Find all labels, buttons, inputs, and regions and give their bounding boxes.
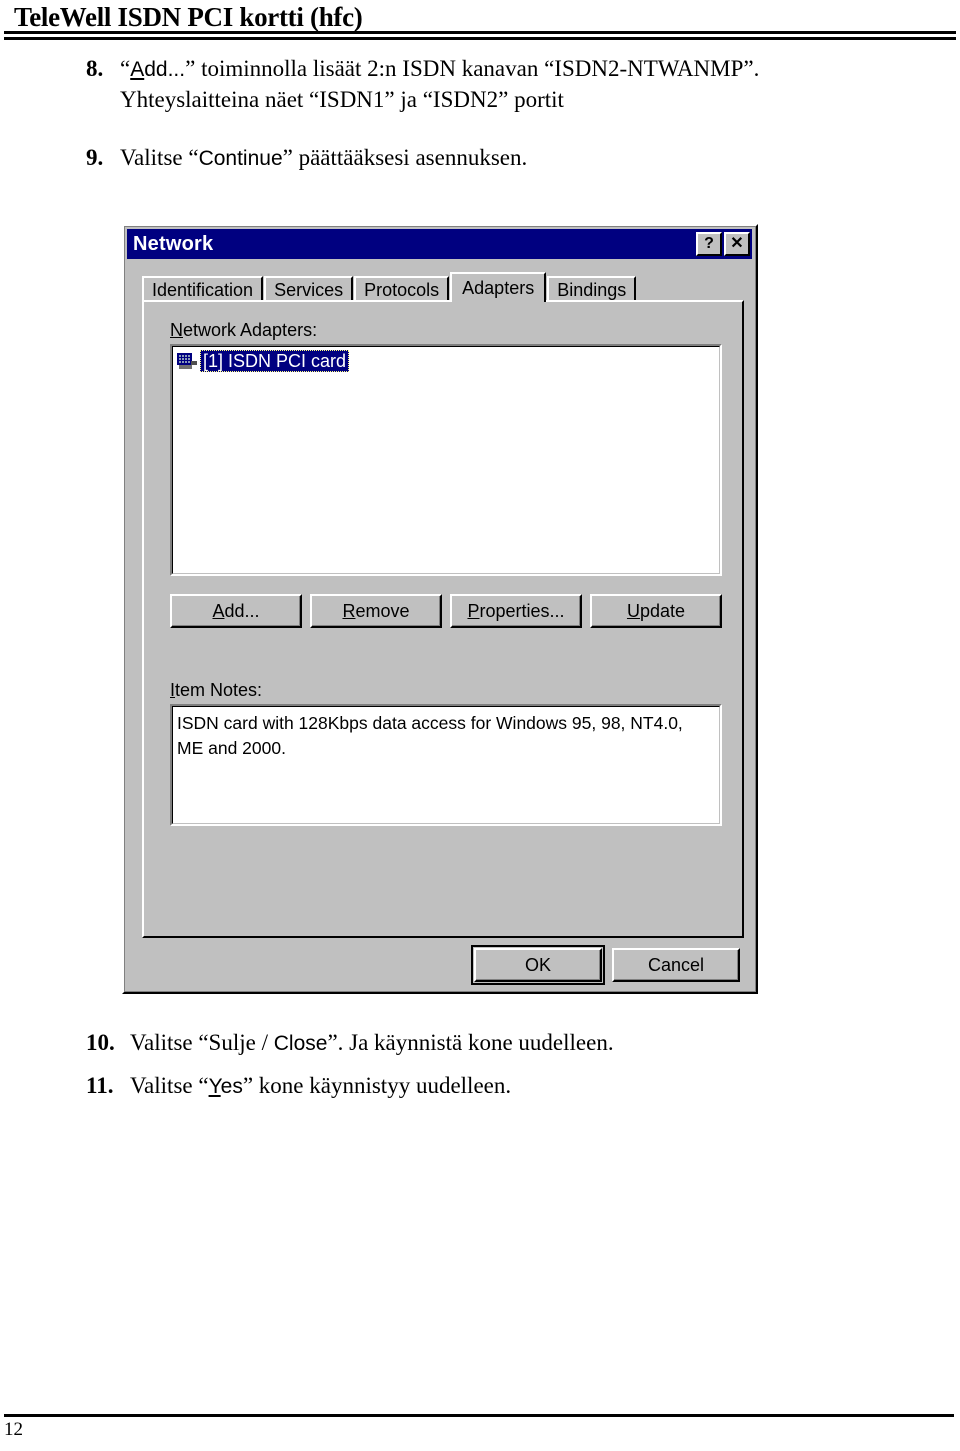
step-text-run: Y — [208, 1075, 221, 1098]
item-notes-line-1: ISDN card with 128Kbps data access for W… — [177, 713, 683, 733]
step-line: Valitse “Yes” kone käynnistyy uudelleen. — [130, 1071, 926, 1102]
update-button[interactable]: Update — [590, 594, 722, 628]
step-text-run: ” kone käynnistyy uudelleen. — [242, 1073, 512, 1098]
step-text-run: Yhteyslaitteina näet “ISDN1” ja “ISDN2” … — [120, 87, 564, 112]
step-number: 11. — [86, 1073, 114, 1098]
item-notes-label: Item Notes: — [170, 680, 263, 700]
step-number: 10. — [86, 1030, 115, 1055]
step-text-run: ”. Ja käynnistä kone uudelleen. — [327, 1030, 614, 1055]
step-text-run: “ — [120, 56, 131, 81]
step-text: Valitse “Continue” päättääksesi asennuks… — [120, 143, 926, 174]
tab-bindings[interactable]: Bindings — [547, 276, 637, 302]
list-item[interactable]: [1] ISDN PCI card — [176, 350, 350, 372]
tab-identification[interactable]: Identification — [142, 276, 264, 302]
ok-button[interactable]: OK — [471, 945, 605, 985]
instruction-steps-bottom: 10. Valitse “Sulje / Close”. Ja käynnistä… — [86, 1028, 926, 1114]
step-number: 9. — [86, 145, 104, 170]
instruction-step: 8. “Add...” toiminnolla lisäät 2:n ISDN k… — [86, 54, 926, 115]
step-text-run: ” toiminnolla lisäät 2:n ISDN kanavan “I… — [185, 56, 760, 81]
step-line: “Add...” toiminnolla lisäät 2:n ISDN kan… — [120, 54, 926, 85]
page-footer: 12 — [4, 1414, 954, 1441]
item-notes-line-2: ME and 2000. — [177, 738, 286, 758]
step-text: “Add...” toiminnolla lisäät 2:n ISDN kan… — [120, 54, 926, 115]
instruction-step: 10. Valitse “Sulje / Close”. Ja käynnistä… — [86, 1028, 926, 1059]
network-dialog: Network ? ✕ Identification Services Protoc… — [122, 224, 758, 994]
page-header: TeleWell ISDN PCI kortti (hfc) — [0, 0, 960, 46]
header-double-rule — [4, 31, 956, 40]
step-text-run: Valitse “Sulje / — [130, 1030, 274, 1055]
remove-button[interactable]: Remove — [310, 594, 442, 628]
network-adapters-listbox[interactable]: [1] ISDN PCI card — [170, 344, 722, 576]
instruction-step: 11. Valitse “Yes” kone käynnistyy uudelle… — [86, 1071, 926, 1102]
list-item-label: [1] ISDN PCI card — [200, 350, 350, 372]
tab-protocols[interactable]: Protocols — [354, 276, 450, 302]
step-text-run: es — [220, 1075, 243, 1098]
step-number: 8. — [86, 56, 104, 81]
network-card-icon — [176, 352, 198, 370]
tab-adapters[interactable]: Adapters — [450, 272, 547, 302]
step-text: Valitse “Sulje / Close”. Ja käynnistä ko… — [130, 1028, 926, 1059]
step-line: Yhteyslaitteina näet “ISDN1” ja “ISDN2” … — [120, 85, 926, 115]
instruction-step: 9. Valitse “Continue” päättääksesi asennu… — [86, 143, 926, 174]
instruction-steps-top: 8. “Add...” toiminnolla lisäät 2:n ISDN k… — [86, 54, 926, 174]
step-text: Valitse “Yes” kone käynnistyy uudelleen. — [130, 1071, 926, 1102]
dialog-title: Network — [133, 232, 214, 255]
step-line: Valitse “Continue” päättääksesi asennuks… — [120, 143, 926, 174]
adapter-action-buttons: Add... Remove Properties... Update — [170, 594, 722, 628]
tab-strip: Identification Services Protocols Adapters B… — [142, 272, 738, 302]
close-button[interactable]: ✕ — [724, 232, 750, 256]
network-adapters-label-rest: etwork Adapters: — [183, 320, 318, 340]
network-adapters-label: Network Adapters: — [170, 320, 318, 340]
dialog-titlebar: Network ? ✕ — [127, 229, 752, 259]
step-text-run: Close — [273, 1032, 328, 1055]
step-text-run: A — [130, 58, 145, 81]
step-text-run: Valitse “ — [120, 145, 199, 170]
add-button[interactable]: Add... — [170, 594, 302, 628]
tab-services[interactable]: Services — [264, 276, 354, 302]
help-button[interactable]: ? — [696, 232, 722, 256]
step-text-run: ” päättääksesi asennuksen. — [282, 145, 528, 170]
page-number: 12 — [4, 1419, 23, 1440]
step-text-run: Valitse “ — [130, 1073, 209, 1098]
properties-button[interactable]: Properties... — [450, 594, 582, 628]
step-text-run: Continue — [198, 147, 283, 170]
item-notes-box: ISDN card with 128Kbps data access for W… — [170, 704, 722, 826]
adapters-tab-panel: Network Adapters: [1] ISDN PCI card A dd… — [142, 300, 744, 938]
cancel-button[interactable]: Cancel — [612, 948, 740, 982]
titlebar-button-group: ? ✕ — [696, 232, 750, 256]
step-text-run: dd... — [144, 58, 186, 81]
page-title: TeleWell ISDN PCI kortti (hfc) — [14, 2, 363, 32]
step-line: Valitse “Sulje / Close”. Ja käynnistä ko… — [130, 1028, 926, 1059]
dialog-button-group: OK Cancel — [471, 945, 740, 985]
